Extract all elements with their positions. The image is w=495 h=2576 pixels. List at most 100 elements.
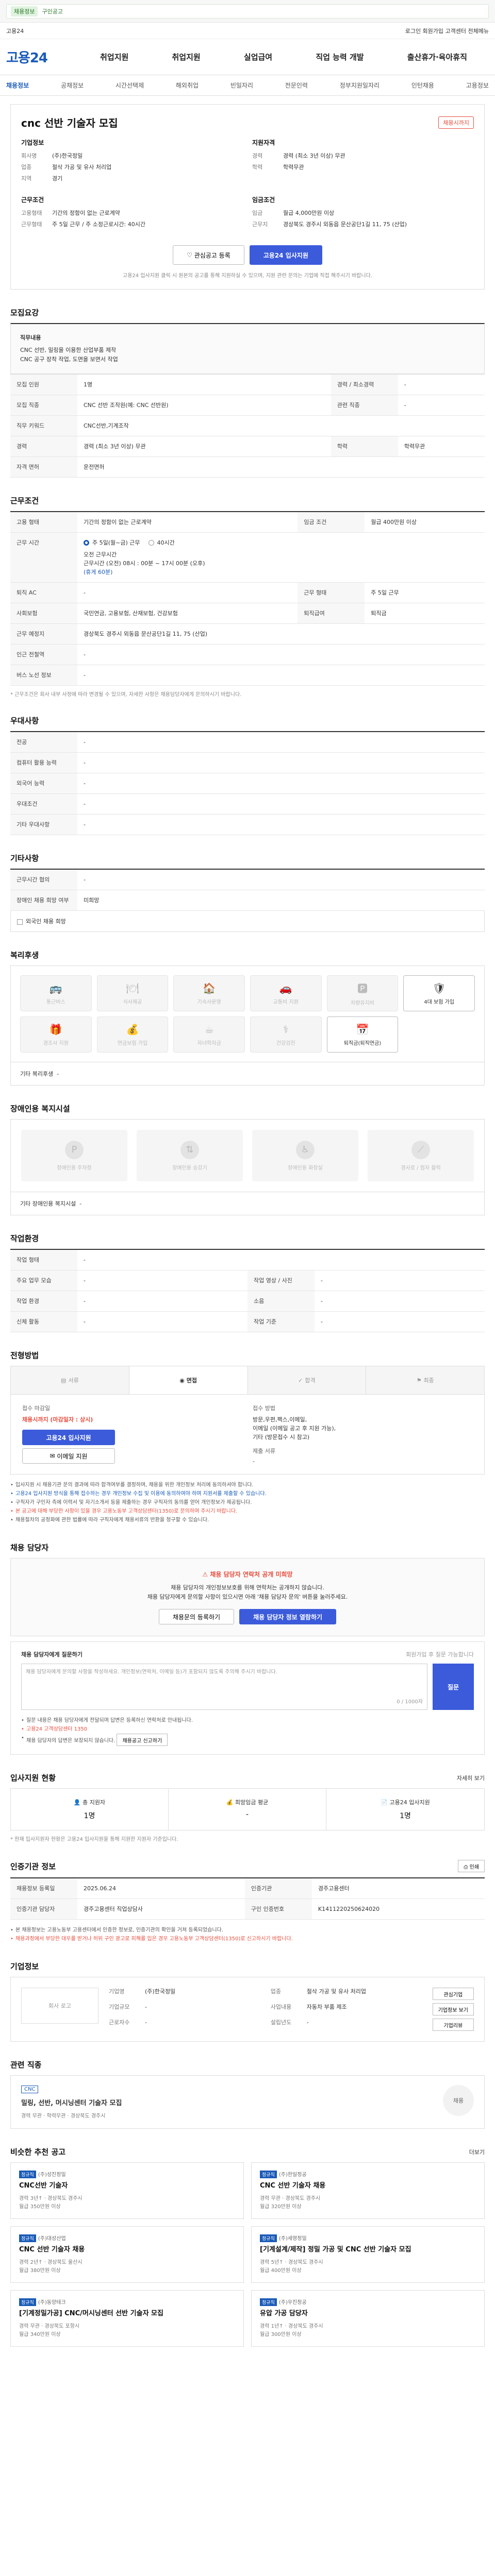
step-label: 면접 (186, 1377, 197, 1384)
health-icon: ⚕ (283, 1023, 289, 1036)
row-key: 작업 환경 (10, 1291, 77, 1312)
stats-more-link[interactable]: 자세히 보기 (457, 1774, 485, 1782)
welfare-item: 🅿 차량유지비 (326, 975, 399, 1011)
company-section: 기업정보 회사 로고 기업명 (주)한국정밀 업종 절삭 가공 및 유사 처리업 기… (10, 1961, 485, 2042)
tab-item[interactable]: 인턴채용 (411, 81, 434, 90)
tab-item[interactable]: 빈일자리 (230, 81, 253, 90)
table-row: 직무 키워드 CNC선반,기계조작 (10, 415, 485, 436)
email-apply-button[interactable]: ✉ 이메일 지원 (22, 1448, 115, 1464)
apply-button[interactable]: 고용24 입사지원 (22, 1430, 115, 1445)
facility-item: ⟋ 경사로 / 점자 블럭 (368, 1130, 474, 1181)
gnb-item[interactable]: 실업급여 (244, 52, 272, 62)
recruiter-notice: ⚠ 채용 담당자 연락처 공개 미희망 채용 담당자의 개인정보보호를 위해 연… (10, 1558, 485, 1636)
radio-off[interactable] (148, 540, 154, 546)
welfare-label: 기숙사운영 (197, 999, 221, 1005)
table-row: 근무 시간 주 5일(월~금) 근무 40시간 오전 근무시간 근무시간 (오전)… (10, 532, 485, 583)
interview-icon: ◉ (179, 1377, 185, 1384)
radio-on[interactable] (84, 540, 89, 546)
company-detail-button[interactable]: 기업정보 보기 (432, 2003, 474, 2015)
qa-submit-button[interactable]: 질문 (433, 1664, 474, 1710)
notice-field[interactable]: 채용정보 구인공고 (6, 4, 489, 19)
checkbox-label: 외국인 채용 희망 (26, 918, 66, 925)
interest-button[interactable]: ♡ 관심공고 등록 (173, 245, 244, 265)
welfare-item: ☕ 자녀학자금 (173, 1016, 245, 1053)
reco-title: 유압 가공 담당자 (260, 2310, 308, 2317)
row-key: 인증기관 (244, 1878, 312, 1899)
company-review-button[interactable]: 기업리뷰 (432, 2019, 474, 2031)
tab-item[interactable]: 시간선택제 (116, 81, 144, 90)
email-label: 이메일 지원 (57, 1452, 88, 1460)
meal-icon: 🍽 (126, 981, 139, 994)
reco-company: (주)대성산업 (38, 2236, 66, 2242)
tab-item[interactable]: 정부지원일자리 (340, 81, 380, 90)
company-head: 기업정보 (21, 139, 44, 146)
reco-card[interactable]: 정규직 (주)한일정공 CNC 선반 기술자 채용 경력 무관 · 경상북도 경주… (251, 2162, 485, 2219)
apply-button[interactable]: 고용24 입사지원 (249, 245, 322, 265)
row-key: 전공 (10, 732, 77, 753)
row-value: - (77, 644, 485, 665)
warn-text: 채용 담당자 연락처 공개 미희망 (210, 1571, 293, 1578)
tab-item[interactable]: 공채정보 (61, 81, 84, 90)
site-header: 고용24 취업지원 취업지원 실업급여 직업 능력 개발 출산휴가·육아휴직 (0, 39, 495, 75)
reco-card[interactable]: 정규직 (주)세영정밀 [기계설계/제작] 정밀 가공 및 CNC 선반 기술자 … (251, 2226, 485, 2283)
facility-section: 장애인용 복지시설 P 장애인용 주차장 ⇅ 장애인용 승강기 ♿ 장애인용 화장실 … (10, 1103, 485, 1215)
sub-tabs: 채용정보 공채정보 시간선택제 해외취업 빈일자리 전문인력 정부지원일자리 인… (0, 75, 495, 96)
bus-icon: 🚌 (49, 981, 62, 994)
kv-key: 고용형태 (21, 210, 42, 216)
browser-topbar: 채용정보 구인공고 (0, 0, 495, 23)
tab-item[interactable]: 전문인력 (285, 81, 308, 90)
doc-icon: ▤ (61, 1377, 67, 1384)
reco-card[interactable]: 정규직 (주)동양테크 [기계정밀가공] CNC/머시닝센터 선반 기술자 모집 … (10, 2290, 244, 2347)
gnb-item[interactable]: 취업지원 (100, 52, 128, 62)
reco-card[interactable]: 정규직 (주)대성산업 CNC 선반 기술자 채용 경력 2년↑ · 경상북도 울… (10, 2226, 244, 2283)
related-badge: 채용 (443, 2085, 474, 2116)
other-label: 기타 장애인용 복지시설 (20, 1200, 76, 1207)
qa-input[interactable]: 채용 담당자에게 문의할 사항을 작성하세요. 개인정보(연락처, 이메일 등)… (21, 1664, 427, 1710)
interest-company-button[interactable]: 관심기업 (432, 1988, 474, 2000)
inquiry-register-button[interactable]: 채용문의 등록하기 (158, 1609, 235, 1624)
tab-item[interactable]: 고용정보 (466, 81, 489, 90)
elevator-icon: ⇅ (180, 1140, 199, 1159)
gnb-item[interactable]: 직업 능력 개발 (316, 52, 364, 62)
print-button[interactable]: ⎙ 인쇄 (458, 1860, 485, 1872)
tab-jobs[interactable]: 채용정보 (6, 81, 29, 90)
facility-label: 장애인용 주차장 (57, 1165, 92, 1171)
facility-item: ⇅ 장애인용 승강기 (137, 1130, 243, 1181)
recruiter-info-button[interactable]: 채용 담당자 정보 열람하기 (239, 1609, 337, 1624)
conditions-head: 지원자격 (252, 139, 275, 146)
checkbox[interactable] (17, 919, 23, 925)
bullet-item: 본 공고에 대해 부당한 사항이 있을 경우 고용노동부 고객상담센터(1350… (10, 1507, 485, 1516)
stat-value: 1명 (84, 1812, 95, 1820)
facility-item: P 장애인용 주차장 (21, 1130, 127, 1181)
work-summary: 근무조건 고용형태 기간의 정함이 없는 근로계약 근무형태 주 5일 근무 / 주… (21, 195, 243, 232)
welfare-label: 건강검진 (276, 1040, 295, 1046)
gnb-item[interactable]: 취업지원 (172, 52, 201, 62)
pay-summary: 임금조건 임금 월급 4,000만원 이상 근무지 경상북도 경주시 외동읍 문산공… (252, 195, 474, 232)
row-key: 버스 노선 정보 (10, 665, 77, 686)
calendar-icon: 📅 (356, 1023, 369, 1036)
related-section: 관련 직종 CNC 밀링, 선반, 머시닝센터 기술자 모집 경력 무관 · 학… (10, 2059, 485, 2129)
reco-card[interactable]: 정규직 (주)성진정밀 CNC선반 기술자 경력 3년↑ · 경상북도 경주시 월… (10, 2162, 244, 2219)
site-logo[interactable]: 고용24 (6, 47, 78, 66)
reco-more-link[interactable]: 더보기 (469, 2148, 485, 2156)
row-value: 기간의 정함이 없는 근로계약 (77, 512, 298, 533)
notice-badge: 채용정보 (11, 6, 38, 16)
reco-card[interactable]: 정규직 (주)우진정공 유압 가공 담당자 경력 1년↑ · 경상북도 경주시 월… (251, 2290, 485, 2347)
utility-links[interactable]: 로그인 회원가입 고객센터 전체메뉴 (405, 27, 489, 35)
work-table: 고용 형태 기간의 정함이 없는 근로계약 임금 조건 월급 400만원 이상 근무 … (10, 511, 485, 686)
gnb-item[interactable]: 출산휴가·육아휴직 (407, 52, 467, 62)
row-value: 경상북도 경주시 외동읍 문산공단1길 11, 75 (산업) (77, 623, 485, 645)
reco-meta: 경력 2년↑ · 경상북도 울산시 월급 380만원 이상 (19, 2260, 82, 2274)
table-row: 근무시간 협의 - (10, 869, 485, 890)
reco-company: (주)동양테크 (38, 2300, 66, 2306)
related-card[interactable]: CNC 밀링, 선반, 머시닝센터 기술자 모집 경력 무관 · 학력무관 · … (10, 2075, 485, 2129)
tab-item[interactable]: 해외취업 (176, 81, 199, 90)
reco-tag: 정규직 (19, 2234, 36, 2242)
facility-label: 경사로 / 점자 블럭 (401, 1165, 441, 1171)
step-item: ▤ 서류 (11, 1366, 129, 1394)
bullet-item: 입사지원 시 채용기관 문의 결과에 따라 합격여부를 결정하며, 채용을 위한… (10, 1481, 485, 1489)
stat-item: 💰 희망임금 평균 - (169, 1789, 326, 1830)
report-button[interactable]: 채용공고 신고하기 (117, 1734, 168, 1746)
utility-left: 고용24 (6, 27, 24, 35)
qa-hint: 회원가입 후 질문 가능합니다 (406, 1651, 474, 1658)
